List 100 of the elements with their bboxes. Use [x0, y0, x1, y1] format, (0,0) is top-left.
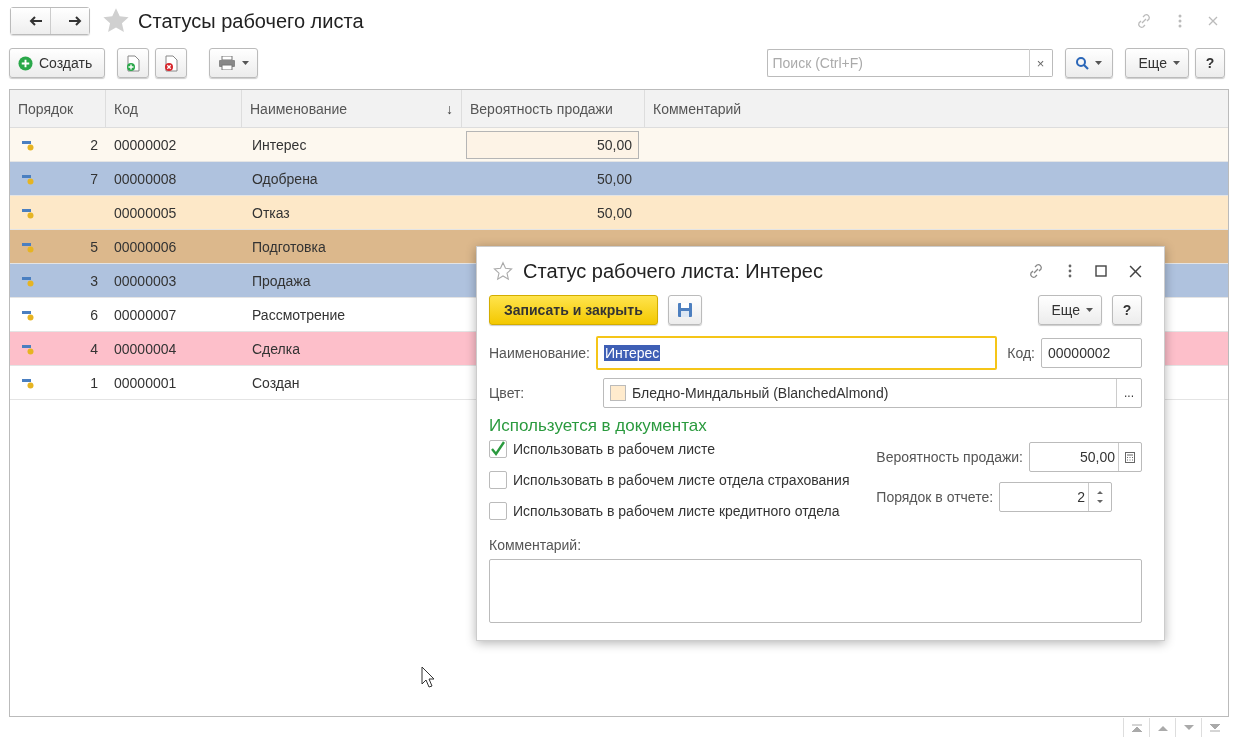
table-row[interactable]: 2 00000002 Интерес 50,00: [10, 128, 1228, 162]
table-cell: Создан: [252, 374, 300, 391]
close-icon[interactable]: [1129, 264, 1142, 278]
plus-circle-icon: [18, 55, 33, 71]
help-button[interactable]: ?: [1112, 295, 1142, 325]
checkbox[interactable]: [489, 471, 507, 489]
table-cell: 00000001: [114, 374, 177, 391]
table-cell: 00000008: [114, 170, 177, 187]
table-cell: Подготовка: [252, 238, 326, 255]
item-icon: [22, 376, 34, 389]
table-cell: 2: [90, 136, 98, 153]
column-header[interactable]: Порядок: [10, 90, 106, 127]
calculator-icon[interactable]: [1125, 451, 1135, 463]
forward-button[interactable]: [50, 8, 89, 34]
field-label: Наименование:: [489, 345, 590, 361]
back-button[interactable]: [11, 8, 50, 34]
right-arrow-icon: [68, 16, 82, 26]
save-and-close-button[interactable]: Записать и закрыть: [489, 295, 658, 325]
search-button[interactable]: [1064, 48, 1113, 78]
table-cell: Рассмотрение: [252, 306, 346, 323]
item-icon: [22, 172, 34, 185]
clear-button[interactable]: ×: [1028, 49, 1053, 77]
item-icon: [22, 274, 34, 287]
down-arrow-icon: [1183, 723, 1194, 732]
field-label: Цвет:: [489, 385, 526, 401]
help-button[interactable]: ?: [1195, 48, 1225, 78]
table-cell: 00000002: [114, 136, 177, 153]
table-row[interactable]: 00000005 Отказ 50,00: [10, 196, 1228, 230]
table-cell: 7: [90, 170, 98, 187]
left-arrow-icon: [28, 16, 43, 26]
link-icon[interactable]: [1135, 12, 1153, 30]
table-cell: 3: [90, 272, 98, 289]
caret-icon: [242, 61, 250, 65]
table-cell: Сделка: [252, 340, 300, 357]
item-icon: [22, 138, 34, 151]
table-cell: 50,00: [596, 170, 632, 187]
checkbox-label: Использовать в рабочем листе отдела страхования: [513, 472, 850, 488]
table-row[interactable]: 7 00000008 Одобрена 50,00: [10, 162, 1228, 196]
table-cell: 4: [90, 340, 98, 357]
checkbox-row[interactable]: Использовать в рабочем листе отдела страхования: [489, 470, 850, 490]
probability-field[interactable]: 50,00: [1029, 442, 1142, 472]
star-icon[interactable]: [102, 7, 130, 35]
checkbox-row[interactable]: Использовать в рабочем листе: [489, 439, 850, 459]
table-cell: 50,00: [596, 204, 632, 221]
column-header[interactable]: Вероятность продажи: [462, 90, 645, 127]
table-cell: 5: [90, 238, 98, 255]
table-cell: 50,00: [596, 136, 632, 153]
checkbox[interactable]: [489, 440, 507, 458]
search-field[interactable]: Поиск (Ctrl+F): [766, 49, 1029, 77]
choose-button[interactable]: ...: [1116, 379, 1141, 407]
printer-icon: [218, 56, 237, 70]
column-header[interactable]: Наименование ↓: [242, 90, 462, 127]
caret-icon: [1086, 308, 1093, 312]
up-arrow-icon: [1157, 723, 1168, 732]
item-icon: [22, 206, 34, 219]
field-label: Порядок в отчете:: [876, 489, 994, 505]
selected-text: Интерес: [603, 345, 661, 361]
spinner-arrows-icon[interactable]: [1097, 488, 1104, 506]
section-title: Используется в документах: [489, 416, 708, 436]
maximize-icon[interactable]: [1095, 265, 1107, 277]
star-icon[interactable]: [493, 261, 513, 281]
color-name: Бледно-Миндальный (BlanchedAlmond): [632, 385, 890, 401]
table-cell: Интерес: [252, 136, 307, 153]
window-title: Статусы рабочего листа: [138, 9, 364, 33]
document-plus-icon: [126, 54, 141, 72]
name-field[interactable]: Интерес: [595, 336, 998, 370]
more-button[interactable]: Еще: [1037, 295, 1102, 325]
more-vertical-icon[interactable]: [1067, 264, 1073, 278]
column-header[interactable]: Комментарий: [645, 90, 1228, 127]
more-button[interactable]: Еще: [1124, 48, 1189, 78]
save-button[interactable]: [667, 295, 702, 325]
item-icon: [22, 308, 34, 321]
checkbox-label: Использовать в рабочем листе кредитного отдела: [513, 503, 840, 519]
checkbox-label: Использовать в рабочем листе: [513, 441, 715, 457]
print-button[interactable]: [209, 48, 259, 78]
checkbox-row[interactable]: Использовать в рабочем листе кредитного отдела: [489, 501, 850, 521]
item-icon: [22, 240, 34, 253]
add-document-button[interactable]: [117, 48, 150, 78]
table-cell: 1: [90, 374, 98, 391]
skip-down-icon: [1209, 723, 1220, 732]
column-header[interactable]: Код: [106, 90, 242, 127]
comment-field[interactable]: [489, 559, 1142, 623]
create-button[interactable]: Создать: [9, 48, 106, 78]
checkbox[interactable]: [489, 502, 507, 520]
table-cell: Отказ: [252, 204, 290, 221]
link-icon[interactable]: [1027, 262, 1045, 280]
table-cell: 00000004: [114, 340, 177, 357]
caret-icon: [1094, 61, 1102, 65]
sort-indicator: ↓: [446, 100, 453, 117]
color-field[interactable]: Бледно-Миндальный (BlanchedAlmond) ...: [603, 378, 1142, 408]
delete-document-button[interactable]: [155, 48, 188, 78]
item-icon: [22, 342, 34, 355]
order-field[interactable]: 2: [999, 482, 1113, 512]
table-cell: Одобрена: [252, 170, 318, 187]
table-cell: Продажа: [252, 272, 311, 289]
table-cell: 00000005: [114, 204, 177, 221]
field-label: Комментарий:: [489, 537, 583, 553]
code-field[interactable]: 00000002: [1041, 338, 1142, 368]
table-cell: 00000007: [114, 306, 177, 323]
table-cell: 00000003: [114, 272, 177, 289]
